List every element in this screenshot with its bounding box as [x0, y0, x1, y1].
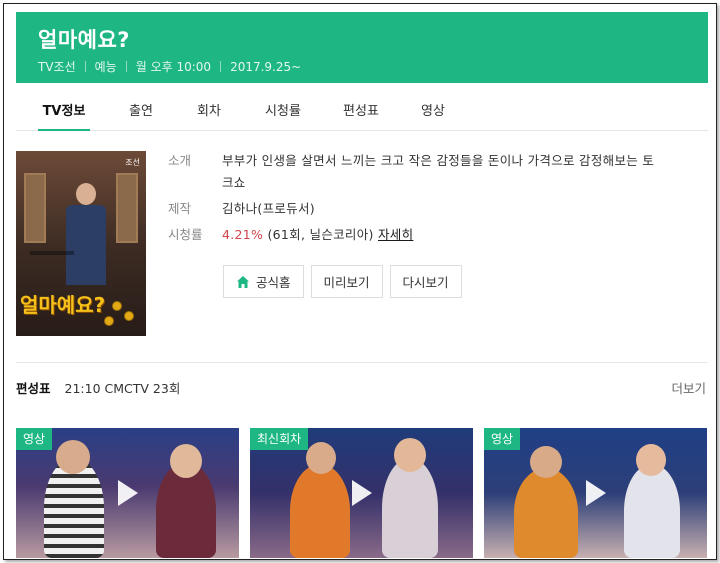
host-figure [66, 205, 106, 285]
poster-window [116, 173, 138, 243]
poster-logo: 얼마예요? [20, 293, 106, 317]
schedule-heading: 편성표 [16, 380, 51, 396]
play-icon[interactable] [351, 480, 372, 506]
poster-caption-box [30, 251, 74, 255]
action-buttons: 공식홈 미리보기 다시보기 [223, 265, 462, 298]
video-badge: 최신회차 [250, 428, 309, 450]
tab-timetable[interactable]: 편성표 [340, 84, 382, 130]
rating-row: 시청률 4.21% (61회, 닐슨코리아) 자세히 [168, 224, 668, 246]
person-figure [514, 468, 578, 558]
official-home-button[interactable]: 공식홈 [223, 265, 304, 298]
play-icon[interactable] [117, 480, 138, 506]
person-figure [530, 446, 562, 478]
tab-tv-info[interactable]: TV정보 [38, 84, 90, 131]
program-header: 얼마예요? TV조선 예능 월 오후 10:00 2017.9.25~ [16, 12, 708, 83]
person-figure [636, 444, 666, 476]
airtime: 월 오후 10:00 [135, 60, 212, 74]
separator [84, 61, 86, 72]
channel[interactable]: TV조선 [38, 58, 76, 75]
play-icon[interactable] [585, 480, 606, 506]
channel-mark: 조선 [125, 158, 140, 167]
person-figure [56, 440, 90, 474]
coin-icon [104, 316, 114, 326]
person-figure [382, 458, 438, 558]
person-figure [170, 444, 202, 478]
video-badge: 영상 [16, 428, 53, 450]
intro-label: 소개 [168, 153, 192, 168]
rating-label: 시청률 [168, 227, 203, 242]
preview-button[interactable]: 미리보기 [310, 265, 383, 298]
producer-row: 제작 김하나(프로듀서) [168, 198, 668, 220]
person-figure [394, 438, 426, 472]
coin-icon [124, 311, 134, 321]
video-thumbnail[interactable]: 영상 [16, 428, 239, 558]
intro-row: 소개 부부가 인생을 살면서 느끼는 크고 작은 감정들을 돈이나 가격으로 감… [168, 150, 668, 194]
rating-value: 4.21% [222, 227, 264, 242]
start-date: 2017.9.25~ [230, 59, 302, 74]
producer-label: 제작 [168, 201, 192, 216]
person-figure [290, 464, 350, 558]
rating-info: 4.21% (61회, 닐슨코리아) 자세히 [222, 224, 662, 246]
person-figure [306, 442, 336, 474]
program-poster[interactable]: 조선 얼마예요? [16, 151, 146, 336]
rating-detail-link[interactable]: 자세히 [378, 227, 413, 242]
video-thumbnail[interactable]: 최신회차 [250, 428, 473, 558]
separator [220, 61, 222, 72]
tab-episodes[interactable]: 회차 [194, 84, 224, 130]
host-figure [76, 183, 96, 205]
rating-source: (61회, 닐슨코리아) [267, 227, 374, 242]
program-info: 소개 부부가 인생을 살면서 느끼는 크고 작은 감정들을 돈이나 가격으로 감… [168, 150, 668, 254]
replay-button[interactable]: 다시보기 [389, 265, 462, 298]
video-thumbnail[interactable]: 영상 [484, 428, 707, 558]
separator [125, 61, 127, 72]
poster-window [24, 173, 46, 243]
tab-bar: TV정보 출연 회차 시청률 편성표 영상 [16, 84, 708, 131]
producer-name[interactable]: 김하나(프로듀서) [222, 198, 662, 220]
tab-cast[interactable]: 출연 [126, 84, 156, 130]
schedule-bar: 편성표 21:10 CMCTV 23회 더보기 [16, 377, 708, 397]
program-title[interactable]: 얼마예요? [38, 24, 130, 54]
schedule-text: 21:10 CMCTV 23회 [64, 380, 181, 396]
person-figure [624, 464, 680, 558]
tab-videos[interactable]: 영상 [418, 84, 448, 130]
official-home-label: 공식홈 [256, 275, 291, 290]
tab-ratings[interactable]: 시청률 [262, 84, 304, 130]
more-link[interactable]: 더보기 [671, 378, 706, 397]
coin-icon [112, 301, 122, 311]
video-list: 영상 최신회차 영상 [16, 428, 707, 558]
divider [16, 362, 708, 363]
intro-text: 부부가 인생을 살면서 느끼는 크고 작은 감정들을 돈이나 가격으로 감정해보… [222, 153, 655, 190]
program-meta: TV조선 예능 월 오후 10:00 2017.9.25~ [38, 58, 301, 75]
home-icon [237, 275, 249, 288]
search-result-card: 얼마예요? TV조선 예능 월 오후 10:00 2017.9.25~ TV정보… [3, 3, 717, 560]
video-badge: 영상 [484, 428, 521, 450]
genre: 예능 [94, 60, 117, 74]
